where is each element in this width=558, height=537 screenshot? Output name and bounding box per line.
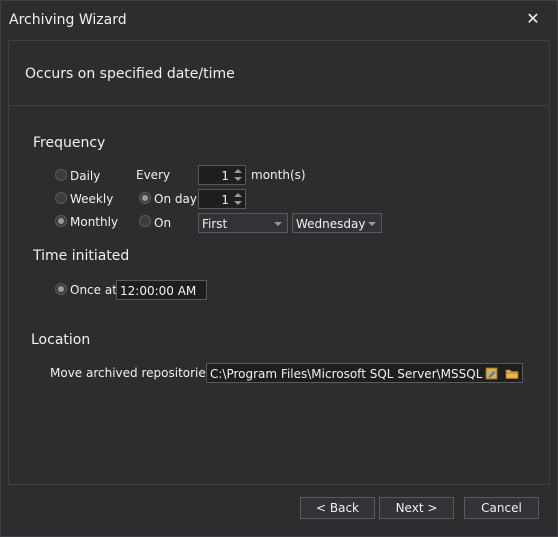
header-panel: Occurs on specified date/time (8, 40, 550, 106)
ordinal-dropdown[interactable]: First (198, 213, 288, 233)
on-day-value: 1 (221, 193, 229, 207)
chevron-down-icon (274, 222, 282, 226)
every-months-stepper[interactable]: 1 (198, 165, 246, 185)
every-unit-label: month(s) (251, 168, 306, 182)
stepper-buttons[interactable] (233, 191, 243, 207)
daily-label: Daily (70, 169, 101, 183)
back-button[interactable]: < Back (300, 497, 375, 519)
archive-path-input[interactable]: C:\Program Files\Microsoft SQL Server\MS… (206, 363, 523, 383)
cancel-button[interactable]: Cancel (464, 497, 539, 519)
archive-path-value: C:\Program Files\Microsoft SQL Server\MS… (210, 367, 483, 381)
once-at-label: Once at (70, 283, 117, 297)
title-bar: Archiving Wizard ✕ (1, 1, 557, 39)
on-day-radio[interactable] (139, 192, 151, 204)
next-button[interactable]: Next > (379, 497, 454, 519)
move-label: Move archived repositories to: (50, 366, 232, 380)
ordinal-value: First (202, 217, 228, 231)
on-day-stepper[interactable]: 1 (198, 189, 246, 209)
chevron-down-icon (368, 222, 376, 226)
on-day-label: On day (154, 192, 197, 206)
weekly-radio[interactable] (55, 192, 67, 204)
weekday-value: Wednesday (296, 217, 366, 231)
once-at-value: 12:00:00 AM (120, 284, 197, 298)
time-initiated-title: Time initiated (33, 248, 130, 264)
once-at-radio[interactable] (55, 283, 67, 295)
frequency-title: Frequency (33, 135, 106, 151)
footer-divider (8, 484, 550, 485)
browse-folder-icon[interactable] (505, 367, 519, 380)
weekly-label: Weekly (70, 192, 114, 206)
page-title: Occurs on specified date/time (25, 66, 235, 82)
window-title: Archiving Wizard (9, 12, 127, 28)
stepper-buttons[interactable] (233, 167, 243, 183)
every-value: 1 (221, 169, 229, 183)
archiving-wizard-window: Archiving Wizard ✕ Occurs on specified d… (0, 0, 558, 537)
location-title: Location (31, 332, 91, 348)
edit-path-icon[interactable] (485, 367, 499, 380)
close-icon[interactable]: ✕ (525, 10, 541, 28)
spin-up-icon[interactable] (234, 193, 242, 197)
monthly-radio[interactable] (55, 215, 67, 227)
monthly-label: Monthly (70, 215, 119, 229)
weekday-dropdown[interactable]: Wednesday (292, 213, 382, 233)
spin-down-icon[interactable] (234, 177, 242, 181)
once-at-time-input[interactable]: 12:00:00 AM (116, 280, 207, 300)
daily-radio[interactable] (55, 169, 67, 181)
every-label: Every (136, 168, 171, 182)
spin-up-icon[interactable] (234, 169, 242, 173)
on-radio[interactable] (139, 215, 151, 227)
on-label: On (154, 216, 172, 230)
spin-down-icon[interactable] (234, 201, 242, 205)
